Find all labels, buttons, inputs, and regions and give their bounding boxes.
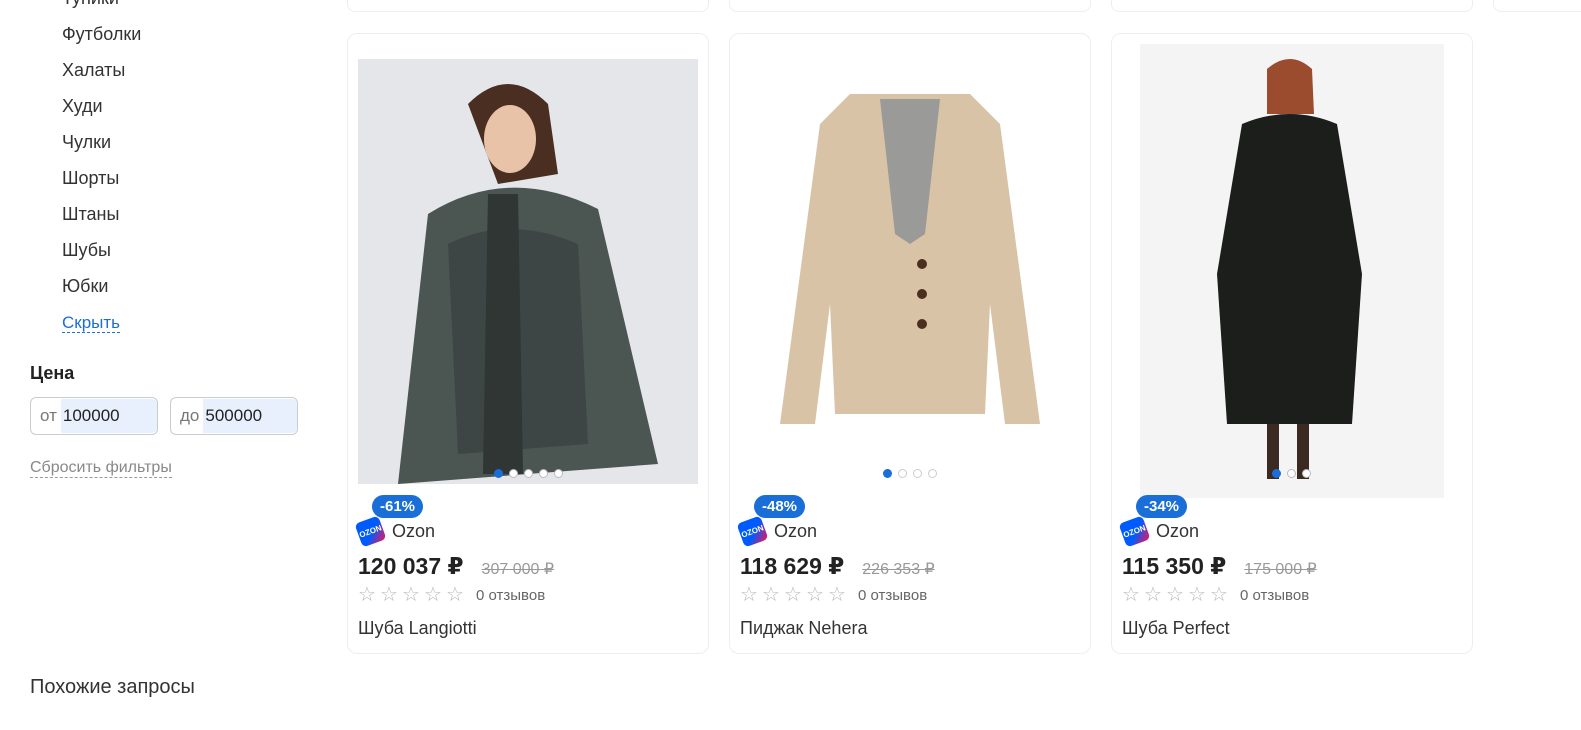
reviews-count[interactable]: 0 отзывов [476, 587, 545, 604]
carousel-dot[interactable] [913, 469, 922, 478]
rating: ☆ ☆ ☆ ☆ ☆ 0 отзывов [358, 585, 545, 605]
ozon-logo-icon: OZON [1118, 515, 1151, 548]
image-carousel-dots[interactable] [883, 469, 937, 478]
product-image[interactable] [358, 44, 698, 498]
carousel-dot[interactable] [928, 469, 937, 478]
current-price: 120 037 ₽ [358, 553, 464, 579]
carousel-dot[interactable] [883, 469, 892, 478]
product-title[interactable]: Шуба Langiotti [358, 618, 477, 639]
carousel-dot[interactable] [1302, 469, 1311, 478]
reviews-count[interactable]: 0 отзывов [858, 587, 927, 604]
star-outline-icon: ☆ [806, 584, 824, 606]
seller: OZON Ozon [354, 515, 436, 548]
star-outline-icon: ☆ [1210, 584, 1228, 606]
star-outline-icon: ☆ [1188, 584, 1206, 606]
product-title[interactable]: Шуба Perfect [1122, 618, 1230, 639]
star-outline-icon: ☆ [1166, 584, 1184, 606]
ozon-logo-icon: OZON [736, 515, 769, 548]
image-carousel-dots[interactable] [494, 469, 563, 478]
discount-badge: -48% [754, 495, 806, 518]
product-card-partial[interactable] [347, 0, 709, 12]
product-image[interactable] [1122, 44, 1462, 498]
price-row: 118 629 ₽ 226 353 ₽ [740, 553, 935, 580]
category-item[interactable]: Шорты [62, 168, 119, 189]
black-fur-coat-image [1140, 44, 1444, 498]
star-outline-icon: ☆ [424, 584, 442, 606]
carousel-dot[interactable] [1287, 469, 1296, 478]
star-outline-icon: ☆ [828, 584, 846, 606]
old-price: 226 353 ₽ [862, 561, 935, 578]
blazer-image [740, 44, 1080, 498]
category-item[interactable]: Туники [62, 0, 119, 9]
star-outline-icon: ☆ [358, 584, 376, 606]
price-filter-title: Цена [30, 363, 75, 383]
price-to-prefix: до [180, 406, 200, 425]
seller: OZON Ozon [1118, 515, 1200, 548]
hide-categories-link[interactable]: Скрыть [62, 314, 121, 333]
product-title[interactable]: Пиджак Nehera [740, 618, 867, 639]
fur-coat-image [358, 59, 698, 498]
carousel-dot[interactable] [509, 469, 518, 478]
category-item[interactable]: Худи [62, 96, 103, 117]
reset-filters-link[interactable]: Сбросить фильтры [30, 459, 172, 478]
price-from-input[interactable]: 100000 [60, 399, 157, 433]
star-outline-icon: ☆ [402, 584, 420, 606]
reviews-count[interactable]: 0 отзывов [1240, 587, 1309, 604]
carousel-dot[interactable] [539, 469, 548, 478]
image-carousel-dots[interactable] [1272, 469, 1311, 478]
category-item[interactable]: Шубы [62, 240, 111, 261]
product-card-partial[interactable] [729, 0, 1091, 12]
carousel-dot[interactable] [1272, 469, 1281, 478]
rating: ☆ ☆ ☆ ☆ ☆ 0 отзывов [1122, 585, 1309, 605]
star-outline-icon: ☆ [446, 584, 464, 606]
product-card[interactable]: -34% OZON Ozon 115 350 ₽ 175 000 ₽ ☆ ☆ ☆… [1111, 33, 1473, 654]
price-row: 115 350 ₽ 175 000 ₽ [1122, 553, 1317, 580]
discount-badge: -61% [372, 495, 424, 518]
product-card[interactable]: -61% OZON Ozon 120 037 ₽ 307 000 ₽ ☆ ☆ ☆… [347, 33, 709, 654]
carousel-dot[interactable] [524, 469, 533, 478]
product-image[interactable] [740, 44, 1080, 498]
category-item[interactable]: Штаны [62, 204, 119, 225]
star-outline-icon: ☆ [1122, 584, 1140, 606]
price-to-field[interactable]: до 500000 [170, 397, 298, 435]
product-card[interactable]: -48% OZON Ozon 118 629 ₽ 226 353 ₽ ☆ ☆ ☆… [729, 33, 1091, 654]
product-card-partial[interactable] [1493, 0, 1581, 12]
discount-badge: -34% [1136, 495, 1188, 518]
current-price: 115 350 ₽ [1122, 553, 1227, 579]
old-price: 175 000 ₽ [1244, 561, 1317, 578]
seller-name: Ozon [1156, 521, 1200, 541]
current-price: 118 629 ₽ [740, 553, 845, 579]
carousel-dot[interactable] [554, 469, 563, 478]
carousel-dot[interactable] [494, 469, 503, 478]
category-item[interactable]: Юбки [62, 276, 108, 297]
seller-name: Ozon [774, 521, 818, 541]
similar-queries-title: Похожие запросы [30, 676, 195, 698]
star-outline-icon: ☆ [784, 584, 802, 606]
seller: OZON Ozon [736, 515, 818, 548]
category-item[interactable]: Футболки [62, 24, 141, 45]
old-price: 307 000 ₽ [481, 561, 555, 578]
seller-name: Ozon [392, 521, 436, 541]
star-outline-icon: ☆ [762, 584, 780, 606]
price-row: 120 037 ₽ 307 000 ₽ [358, 553, 554, 580]
product-card-partial[interactable] [1111, 0, 1473, 12]
price-from-prefix: от [40, 406, 57, 425]
category-item[interactable]: Чулки [62, 132, 111, 153]
category-item[interactable]: Халаты [62, 60, 125, 81]
star-outline-icon: ☆ [380, 584, 398, 606]
carousel-dot[interactable] [898, 469, 907, 478]
star-outline-icon: ☆ [740, 584, 758, 606]
star-outline-icon: ☆ [1144, 584, 1162, 606]
price-to-input[interactable]: 500000 [203, 399, 297, 433]
rating: ☆ ☆ ☆ ☆ ☆ 0 отзывов [740, 585, 927, 605]
ozon-logo-icon: OZON [354, 515, 387, 548]
price-from-field[interactable]: от 100000 [30, 397, 158, 435]
